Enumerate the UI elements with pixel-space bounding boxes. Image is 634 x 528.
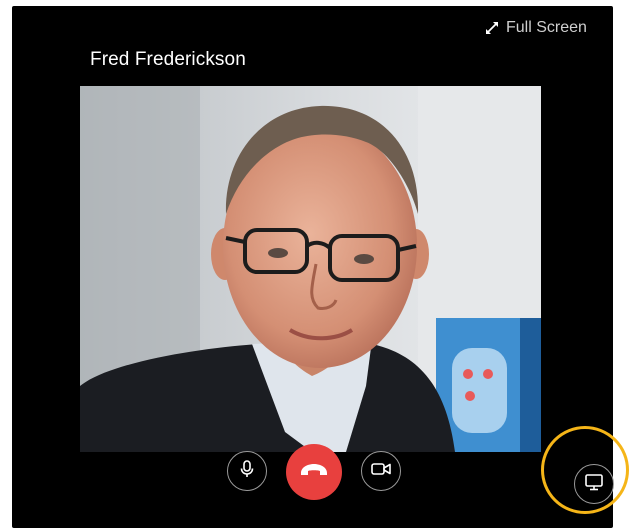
microphone-icon [237,459,257,484]
caller-name: Fred Frederickson [90,49,246,70]
monitor-icon [584,473,604,496]
fullscreen-button[interactable]: Full Screen [484,16,587,40]
fullscreen-label: Full Screen [506,19,587,36]
expand-arrows-icon [484,20,500,36]
camera-button[interactable] [361,451,401,491]
phone-hangup-icon [299,462,329,483]
microphone-button[interactable] [227,451,267,491]
video-call-window: Full Screen Fred Frederickson [12,6,614,528]
end-call-button[interactable] [286,444,342,500]
video-camera-icon [370,461,392,482]
remote-video-feed [80,86,541,452]
screen-share-button[interactable] [574,464,614,504]
